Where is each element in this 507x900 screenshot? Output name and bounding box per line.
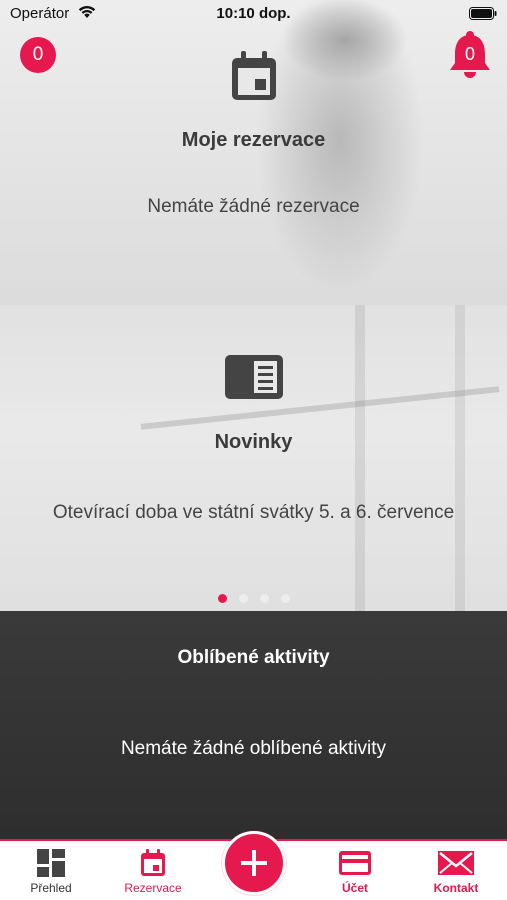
envelope-icon [438, 851, 474, 875]
tab-label: Rezervace [124, 881, 182, 895]
reservation-count-badge[interactable]: 0 [20, 37, 56, 73]
dashboard-icon [37, 849, 65, 877]
pager-dot[interactable] [238, 594, 248, 603]
clock: 10:10 dop. [216, 5, 291, 22]
reservations-card[interactable]: Moje rezervace Nemáte žádné rezervace [0, 0, 507, 305]
tab-label: Přehled [30, 881, 72, 895]
favorites-section: Oblíbené aktivity Nemáte žádné oblíbené … [0, 611, 507, 839]
tab-account[interactable]: Účet [310, 849, 400, 895]
pager-dot[interactable] [217, 594, 227, 603]
credit-card-icon [339, 851, 371, 875]
tab-reservations[interactable]: Rezervace [108, 849, 198, 895]
notifications-button[interactable]: 0 [447, 30, 493, 78]
status-bar: Operátor 10:10 dop. [0, 0, 507, 28]
notification-count: 0 [464, 44, 475, 64]
reservations-title: Moje rezervace [181, 129, 326, 151]
tab-label: Účet [341, 881, 368, 895]
tab-contact[interactable]: Kontakt [411, 849, 501, 895]
news-icon [225, 355, 283, 399]
favorites-title: Oblíbené aktivity [177, 647, 330, 668]
pager-dot[interactable] [280, 594, 290, 603]
card-overlay [0, 305, 507, 611]
news-card[interactable] [0, 305, 507, 611]
calendar-icon [232, 51, 276, 100]
reservations-empty-text: Nemáte žádné rezervace [147, 196, 360, 217]
pager-dot[interactable] [259, 594, 269, 603]
tab-label: Kontakt [433, 881, 479, 895]
add-reservation-button[interactable] [222, 831, 286, 895]
battery-icon [469, 7, 497, 20]
news-headline[interactable]: Otevírací doba ve státní svátky 5. a 6. … [0, 502, 507, 524]
news-title: Novinky [214, 431, 293, 453]
card-overlay [0, 0, 507, 305]
tab-overview[interactable]: Přehled [6, 849, 96, 895]
news-pager[interactable] [0, 590, 507, 603]
favorites-empty-text: Nemáte žádné oblíbené aktivity [120, 738, 387, 759]
calendar-icon [141, 849, 165, 876]
plus-icon [241, 850, 267, 876]
